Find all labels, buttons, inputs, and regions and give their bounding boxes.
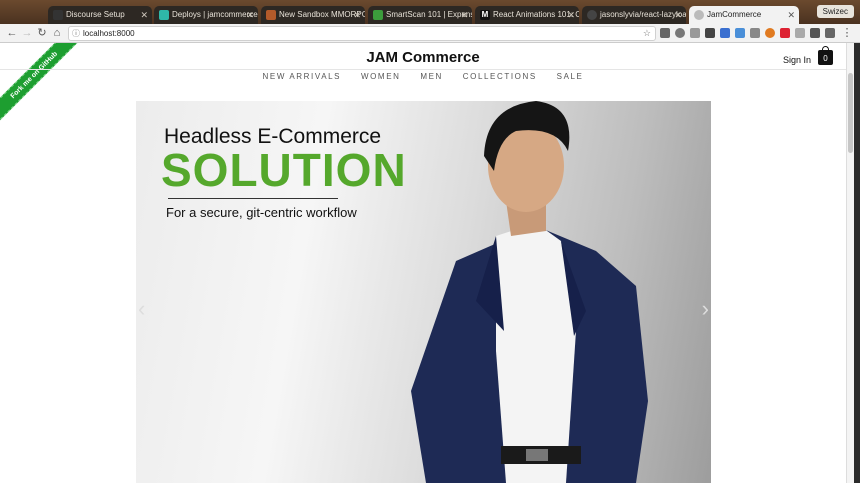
nav-women[interactable]: WOMEN <box>361 72 401 81</box>
carousel-next-icon[interactable]: › <box>702 296 709 322</box>
discourse-icon <box>53 10 63 20</box>
hero-carousel: Headless E-Commerce SOLUTION For a secur… <box>136 101 711 483</box>
smartscan-icon <box>373 10 383 20</box>
tab-discourse[interactable]: Discourse Setup ✕ <box>48 6 152 24</box>
address-text: localhost:8000 <box>83 29 135 38</box>
page: Fork me on GitHub JAM Commerce Sign In 0… <box>0 43 846 483</box>
carousel-prev-icon[interactable]: ‹ <box>138 296 145 322</box>
nav-new-arrivals[interactable]: NEW ARRIVALS <box>263 72 342 81</box>
close-icon[interactable]: ✕ <box>246 6 254 24</box>
medium-icon: M <box>480 10 490 20</box>
netlify-icon <box>159 10 169 20</box>
hero-subtitle: For a secure, git-centric workflow <box>166 205 357 220</box>
tab-react-animations[interactable]: M React Animations 101: CS ✕ <box>475 6 579 24</box>
globe-icon <box>694 10 704 20</box>
extension-icon[interactable] <box>675 28 685 38</box>
tab-smartscan[interactable]: SmartScan 101 | Expensi ✕ <box>368 6 472 24</box>
browser-toolbar: ← → ↻ ⌂ ⓘ localhost:8000 ☆ ⋮ <box>0 24 860 43</box>
extension-icon[interactable] <box>765 28 775 38</box>
tab-deploys[interactable]: Deploys | jamcommerce ✕ <box>154 6 258 24</box>
close-icon[interactable]: ✕ <box>140 6 148 24</box>
close-icon[interactable]: ✕ <box>353 6 361 24</box>
tab-sandbox[interactable]: New Sandbox MMORPG ✕ <box>261 6 365 24</box>
site-logo[interactable]: JAM Commerce <box>0 49 846 66</box>
close-icon[interactable]: ✕ <box>460 6 468 24</box>
nav-sale[interactable]: SALE <box>557 72 584 81</box>
nav-men[interactable]: MEN <box>420 72 443 81</box>
tab-strip: Discourse Setup ✕ Deploys | jamcommerce … <box>0 0 860 24</box>
extension-icon[interactable] <box>705 28 715 38</box>
forward-icon[interactable]: → <box>20 26 34 40</box>
cart-icon[interactable]: 0 <box>818 46 833 65</box>
address-bar[interactable]: ⓘ localhost:8000 ☆ <box>68 26 656 41</box>
extension-icon[interactable] <box>690 28 700 38</box>
reload-icon[interactable]: ↻ <box>35 26 49 40</box>
profile-button[interactable]: Swizec <box>816 5 854 18</box>
hero-title: SOLUTION <box>161 144 407 196</box>
bookmark-star-icon[interactable]: ☆ <box>643 27 651 40</box>
main-nav: NEW ARRIVALS WOMEN MEN COLLECTIONS SALE <box>0 72 846 81</box>
extension-icon[interactable] <box>795 28 805 38</box>
browser-window: Discourse Setup ✕ Deploys | jamcommerce … <box>0 0 860 483</box>
close-icon[interactable]: ✕ <box>787 6 795 24</box>
extension-icon[interactable] <box>750 28 760 38</box>
extension-icon[interactable] <box>810 28 820 38</box>
cart-count: 0 <box>823 54 828 63</box>
back-icon[interactable]: ← <box>5 26 19 40</box>
divider <box>168 198 338 199</box>
menu-icon[interactable]: ⋮ <box>840 26 854 40</box>
tab-github[interactable]: jasonslyvia/react-lazyloa ✕ <box>582 6 686 24</box>
background-window <box>854 43 860 483</box>
scrollbar[interactable] <box>846 43 854 483</box>
extension-icon[interactable] <box>780 28 790 38</box>
scrollbar-thumb[interactable] <box>848 73 853 153</box>
extension-icon[interactable] <box>825 28 835 38</box>
github-icon <box>587 10 597 20</box>
extension-icon[interactable] <box>720 28 730 38</box>
hero-model-image <box>411 101 648 483</box>
home-icon[interactable]: ⌂ <box>50 26 64 40</box>
extension-icon[interactable] <box>660 28 670 38</box>
close-icon[interactable]: ✕ <box>674 6 682 24</box>
sign-in-link[interactable]: Sign In <box>783 55 811 65</box>
divider <box>0 69 846 70</box>
tab-jamcommerce[interactable]: JamCommerce ✕ <box>689 6 799 24</box>
nav-collections[interactable]: COLLECTIONS <box>463 72 537 81</box>
info-icon: ⓘ <box>72 29 80 38</box>
sandbox-icon <box>266 10 276 20</box>
close-icon[interactable]: ✕ <box>567 6 575 24</box>
extension-icon[interactable] <box>735 28 745 38</box>
